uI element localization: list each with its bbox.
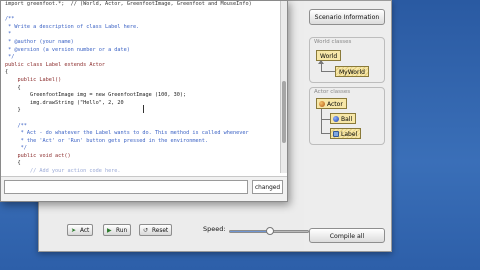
reset-button-label: Reset	[152, 228, 169, 234]
reset-icon: ↺	[143, 227, 149, 234]
code-line: img.drawString ("Hello", 2, 20	[5, 99, 124, 106]
run-button-label: Run	[116, 228, 128, 234]
label-class-icon	[333, 131, 339, 137]
ball-icon	[333, 116, 339, 122]
class-box-actor[interactable]: Actor	[316, 98, 347, 109]
class-box-label-label: Label	[341, 131, 358, 138]
code-line: {	[5, 84, 21, 91]
code-line: GreenfootImage img = new GreenfootImage …	[5, 92, 187, 99]
code-line: */	[5, 145, 27, 152]
code-line: * Write a description of class Label her…	[5, 23, 140, 30]
code-line: *	[5, 31, 12, 38]
code-line: public class Label extends Actor	[5, 61, 105, 68]
world-classes-label: World classes	[314, 39, 352, 45]
class-box-label[interactable]: Label	[330, 128, 362, 139]
changed-status-badge: changed	[252, 180, 283, 194]
act-icon: ➤	[71, 227, 77, 234]
reset-button[interactable]: ↺ Reset	[139, 224, 173, 236]
speed-label: Speed:	[203, 225, 226, 233]
code-line: import greenfoot.*; // (World, Actor, Gr…	[5, 1, 252, 7]
code-line: */	[5, 54, 15, 61]
speed-slider-fill	[230, 231, 270, 232]
scenario-information-button[interactable]: Scenario Information	[309, 9, 385, 25]
run-icon: ▶	[107, 227, 112, 234]
code-line: * @version (a version number or a date)	[5, 46, 130, 53]
speed-slider[interactable]	[229, 227, 309, 235]
editor-status-row: changed	[1, 176, 287, 201]
code-line: public Label()	[5, 76, 62, 83]
class-box-myworld[interactable]: MyWorld	[335, 66, 369, 77]
scrollbar-thumb[interactable]	[282, 81, 286, 143]
run-button[interactable]: ▶ Run	[103, 224, 132, 236]
code-line: * Act - do whatever the Label wants to d…	[5, 130, 249, 137]
code-line: * @author (your name)	[5, 38, 74, 45]
code-editor-window: import greenfoot.*; // (World, Actor, Gr…	[0, 0, 288, 202]
code-text-area[interactable]: import greenfoot.*; // (World, Actor, Gr…	[1, 1, 279, 173]
code-line: public void act()	[5, 152, 71, 159]
class-box-actor-label: Actor	[327, 101, 343, 108]
text-cursor	[143, 105, 144, 113]
code-line: /**	[5, 16, 15, 23]
class-box-ball-label: Ball	[341, 116, 353, 123]
code-line: * the 'Act' or 'Run' button gets pressed…	[5, 137, 209, 144]
editor-vertical-scrollbar[interactable]	[280, 1, 287, 173]
code-line: }	[5, 107, 21, 114]
code-line: /**	[5, 122, 27, 129]
status-message-field	[4, 180, 248, 194]
compile-all-button[interactable]: Compile all	[309, 228, 385, 243]
act-button[interactable]: ➤ Act	[67, 224, 94, 236]
execution-controls: ➤ Act ▶ Run ↺ Reset Speed:	[63, 221, 309, 241]
inheritance-arrow-icon	[318, 60, 324, 64]
code-line: // Add your action code here.	[5, 168, 121, 173]
speed-slider-knob[interactable]	[266, 227, 274, 235]
class-box-ball[interactable]: Ball	[330, 113, 357, 124]
act-button-label: Act	[80, 228, 90, 234]
code-line: {	[5, 69, 9, 76]
actor-icon	[319, 101, 325, 107]
actor-classes-label: Actor classes	[314, 89, 351, 95]
code-line: {	[5, 160, 21, 167]
